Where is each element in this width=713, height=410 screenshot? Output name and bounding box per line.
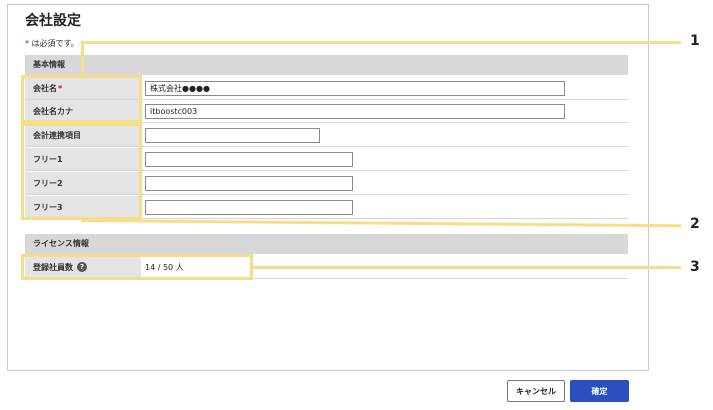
company-kana-input[interactable] [145,104,565,119]
free3-input[interactable] [145,200,353,215]
highlight-box-2 [21,123,142,220]
callout-1: 1 [690,33,700,49]
page-title: 会社設定 [25,13,81,29]
callout-line-3 [253,266,681,269]
highlight-box-3 [21,254,253,280]
free2-input[interactable] [145,176,353,191]
cancel-button[interactable]: キャンセル [507,380,565,402]
footer-bar: キャンセル 確定 [7,370,649,405]
callout-line-1-vertical [81,41,84,75]
highlight-box-1 [21,75,142,123]
section-header-basic-info: 基本情報 [25,55,628,75]
required-note-text: は必須です。 [29,39,79,48]
company-name-input[interactable] [145,81,565,96]
callout-3: 3 [690,259,700,275]
callout-2: 2 [690,216,700,232]
required-note: * は必須です。 [25,38,79,49]
free1-input[interactable] [145,152,353,167]
section-header-license-info: ライセンス情報 [25,234,628,254]
callout-line-1 [81,41,681,44]
confirm-button[interactable]: 確定 [570,380,629,402]
accounting-item-input[interactable] [145,128,320,143]
